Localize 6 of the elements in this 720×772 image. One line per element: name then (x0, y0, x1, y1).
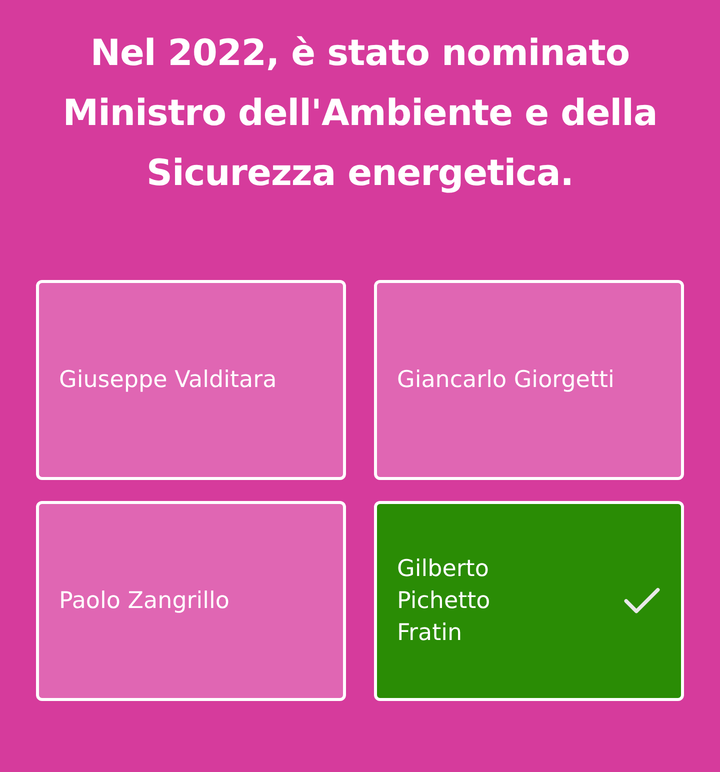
correct-answer-button[interactable]: Gilberto Pichetto Fratin (374, 501, 684, 701)
check-icon (623, 587, 661, 615)
answer-button[interactable]: Giancarlo Giorgetti (374, 280, 684, 480)
question-text: Nel 2022, è stato nominato Ministro dell'Ambiente e della Sicurezza energetica. (62, 32, 658, 196)
answer-button[interactable]: Giuseppe Valditara (36, 280, 346, 480)
answer-button[interactable]: Paolo Zangrillo (36, 501, 346, 701)
